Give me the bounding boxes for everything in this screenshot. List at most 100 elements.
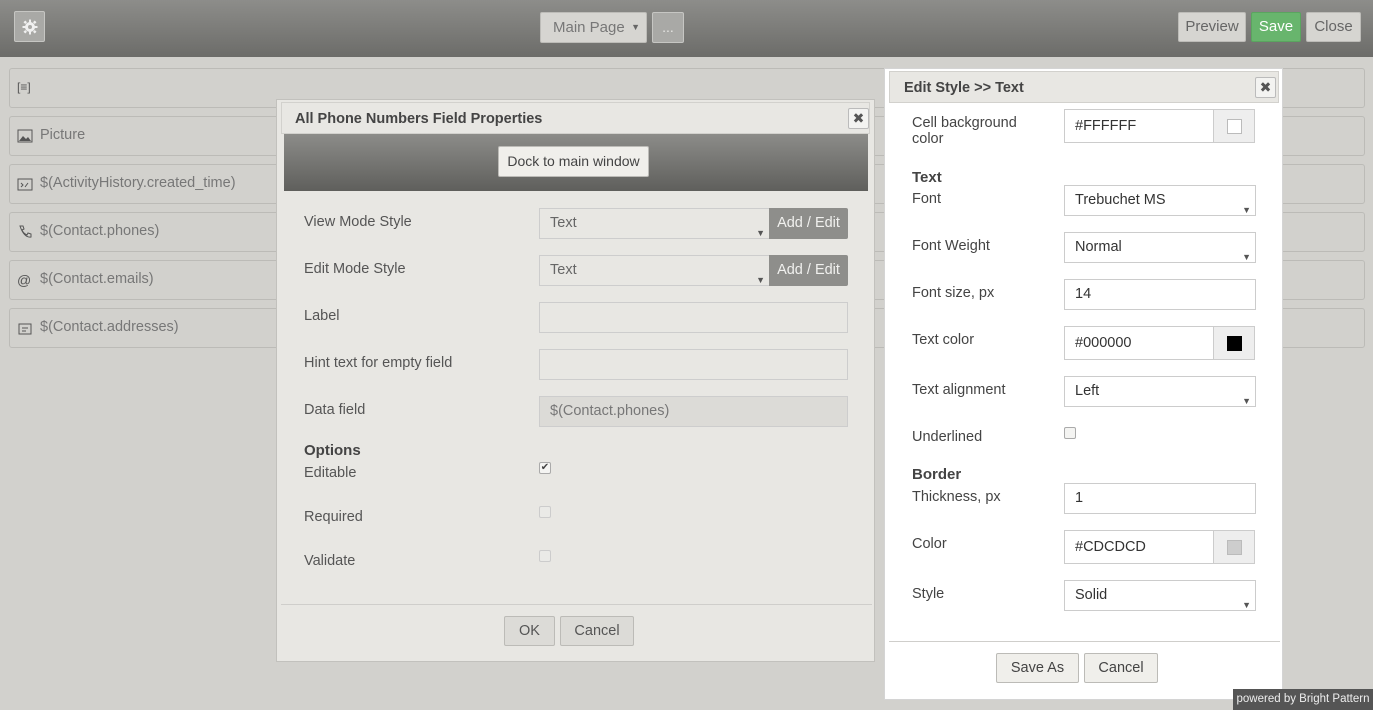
save-button[interactable]: Save — [1251, 12, 1301, 42]
dialog-header: Edit Style >> Text ✖ — [889, 71, 1279, 103]
view-mode-style-label: View Mode Style — [304, 214, 412, 230]
view-mode-add-edit-button[interactable]: Add / Edit — [769, 208, 848, 239]
validate-label: Validate — [304, 553, 356, 569]
save-as-button[interactable]: Save As — [996, 653, 1079, 683]
chevron-down-icon: ▼ — [1242, 600, 1251, 610]
dock-band: Dock to main window — [284, 134, 868, 191]
text-section-title: Text — [912, 169, 942, 186]
data-field-label: Data field — [304, 402, 366, 418]
chevron-down-icon: ▼ — [1242, 396, 1251, 406]
border-color-label: Color — [912, 536, 947, 552]
required-checkbox[interactable] — [539, 506, 551, 518]
editable-label: Editable — [304, 465, 357, 481]
dialog-title: Edit Style >> Text — [904, 80, 1024, 96]
hint-text-input[interactable] — [539, 349, 848, 380]
view-mode-style-select[interactable]: Text ▼ — [539, 208, 770, 239]
close-icon: ✖ — [852, 110, 865, 126]
text-box-icon: [≡] — [17, 80, 31, 94]
font-select[interactable]: Trebuchet MS ▼ — [1064, 185, 1256, 216]
address-icon — [18, 323, 32, 335]
cancel-button[interactable]: Cancel — [1084, 653, 1158, 683]
border-color-input[interactable]: #CDCDCD — [1064, 530, 1214, 564]
field-properties-dialog: All Phone Numbers Field Properties ✖ Doc… — [276, 99, 875, 662]
border-style-label: Style — [912, 586, 945, 602]
font-size-input[interactable]: 14 — [1064, 279, 1256, 310]
thickness-label: Thickness, px — [912, 489, 1001, 505]
border-style-select[interactable]: Solid ▼ — [1064, 580, 1256, 611]
font-weight-value: Normal — [1075, 239, 1122, 255]
edit-mode-style-label: Edit Mode Style — [304, 261, 406, 277]
close-dialog-button[interactable]: ✖ — [848, 108, 869, 129]
page-select-value: Main Page — [553, 19, 625, 36]
font-weight-label: Font Weight — [912, 238, 990, 254]
underlined-label: Underlined — [912, 429, 983, 445]
border-color-picker[interactable] — [1213, 530, 1255, 564]
font-weight-select[interactable]: Normal ▼ — [1064, 232, 1256, 263]
border-section-title: Border — [912, 466, 962, 483]
color-swatch — [1227, 119, 1242, 134]
field-label: $(ActivityHistory.created_time) — [40, 175, 236, 191]
text-color-label: Text color — [912, 332, 975, 348]
preview-button[interactable]: Preview — [1178, 12, 1246, 42]
close-icon: ✖ — [1259, 79, 1272, 95]
field-label: Picture — [40, 127, 86, 143]
required-label: Required — [304, 509, 363, 525]
cell-bg-color-picker[interactable] — [1213, 109, 1255, 143]
label-input[interactable] — [539, 302, 848, 333]
ok-button[interactable]: OK — [504, 616, 555, 646]
email-icon: @ — [17, 272, 32, 288]
chevron-down-icon: ▼ — [756, 228, 765, 238]
dialog-title: All Phone Numbers Field Properties — [295, 111, 543, 127]
text-alignment-select[interactable]: Left ▼ — [1064, 376, 1256, 407]
font-label: Font — [912, 191, 942, 207]
close-button[interactable]: Close — [1306, 12, 1361, 42]
font-size-label: Font size, px — [912, 285, 995, 301]
font-value: Trebuchet MS — [1075, 192, 1166, 208]
editable-checkbox[interactable]: ✔ — [539, 462, 551, 474]
page-select[interactable]: Main Page ▼ — [540, 12, 647, 43]
data-field-input: $(Contact.phones) — [539, 396, 848, 427]
text-alignment-value: Left — [1075, 383, 1100, 399]
dock-to-main-window-button[interactable]: Dock to main window — [498, 146, 649, 177]
hint-text-label: Hint text for empty field — [304, 355, 453, 371]
more-pages-button[interactable]: ... — [652, 12, 684, 43]
text-alignment-label: Text alignment — [912, 382, 1006, 398]
footer-divider — [281, 604, 872, 605]
picture-icon — [17, 129, 33, 143]
checkmark-icon: ✔ — [540, 462, 550, 473]
label-label: Label — [304, 308, 340, 324]
chevron-down-icon: ▼ — [1242, 252, 1251, 262]
cell-bg-color-label: Cell background color — [912, 115, 1017, 147]
thickness-input[interactable]: 1 — [1064, 483, 1256, 514]
edit-mode-style-select[interactable]: Text ▼ — [539, 255, 770, 286]
edit-mode-style-value: Text — [550, 262, 577, 278]
underlined-checkbox[interactable] — [1064, 427, 1076, 439]
gear-icon — [22, 19, 37, 34]
field-label: $(Contact.addresses) — [40, 319, 179, 335]
validate-checkbox[interactable] — [539, 550, 551, 562]
close-dialog-button[interactable]: ✖ — [1255, 77, 1276, 98]
field-label: $(Contact.phones) — [40, 223, 160, 239]
chevron-down-icon: ▼ — [1242, 205, 1251, 215]
chevron-down-icon: ▼ — [631, 22, 640, 32]
border-style-value: Solid — [1075, 587, 1108, 603]
top-toolbar: Main Page ▼ ... Preview Save Close — [0, 0, 1373, 57]
field-label: $(Contact.emails) — [40, 271, 154, 287]
phone-icon — [19, 225, 32, 238]
datetime-icon — [17, 178, 33, 191]
edit-style-dialog: Edit Style >> Text ✖ Cell background col… — [884, 68, 1283, 700]
color-swatch — [1227, 336, 1242, 351]
color-swatch — [1227, 540, 1242, 555]
footer-divider — [889, 641, 1280, 642]
text-color-picker[interactable] — [1213, 326, 1255, 360]
dialog-header: All Phone Numbers Field Properties ✖ — [281, 102, 870, 134]
settings-button[interactable] — [14, 11, 45, 42]
text-color-input[interactable]: #000000 — [1064, 326, 1214, 360]
view-mode-style-value: Text — [550, 215, 577, 231]
powered-by-label: powered by Bright Pattern — [1233, 689, 1373, 710]
options-title: Options — [304, 442, 361, 459]
edit-mode-add-edit-button[interactable]: Add / Edit — [769, 255, 848, 286]
cancel-button[interactable]: Cancel — [560, 616, 634, 646]
cell-bg-color-input[interactable]: #FFFFFF — [1064, 109, 1214, 143]
chevron-down-icon: ▼ — [756, 275, 765, 285]
